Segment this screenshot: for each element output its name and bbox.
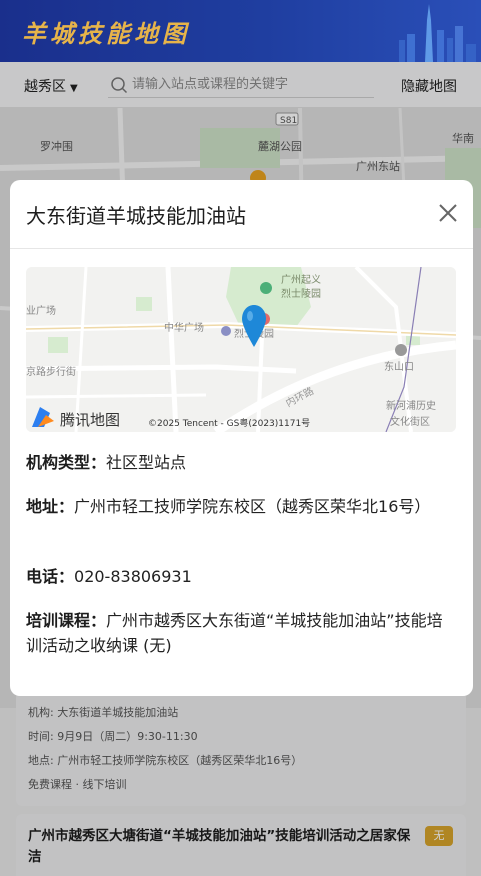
phone-value: 020-83806931 [74, 567, 192, 586]
address-label: 地址： [26, 497, 75, 516]
phone-label: 电话： [26, 567, 75, 586]
app-logo: 羊城技能地图 [22, 19, 190, 48]
map-copyright: ©2025 Tencent - GS粤(2023)1171号 [148, 417, 310, 429]
close-icon[interactable] [437, 202, 459, 224]
org-type-row: 机构类型：社区型站点 [26, 450, 456, 475]
location-map-canvas: 广州起义 烈士陵园 业广场 中华广场 烈士陵园 京路步行街 东山口 内环路 新河… [26, 267, 456, 432]
address-row: 地址：广州市轻工技师学院东校区（越秀区荣华北16号） [26, 494, 456, 519]
address-value: 广州市轻工技师学院东校区（越秀区荣华北16号） [74, 497, 431, 516]
divider [10, 248, 473, 249]
map-label-9: 新河浦历史 [386, 399, 436, 412]
map-label-3: 业广场 [26, 304, 56, 317]
modal-title: 大东街道羊城技能加油站 [26, 204, 246, 228]
location-map[interactable]: 广州起义 烈士陵园 业广场 中华广场 烈士陵园 京路步行街 东山口 内环路 新河… [26, 267, 456, 432]
map-label-10: 文化街区 [390, 415, 430, 428]
org-type-label: 机构类型： [26, 453, 107, 472]
map-label-7: 东山口 [384, 360, 414, 373]
course-label: 培训课程： [26, 611, 107, 630]
course-row: 培训课程：广州市越秀区大东街道“羊城技能加油站”技能培训活动之收纳课 (无) [26, 608, 456, 658]
map-label-2: 烈士陵园 [281, 287, 321, 300]
city-skyline-icon [399, 4, 476, 62]
map-brand: 腾讯地图 [60, 411, 120, 429]
org-type-value: 社区型站点 [106, 453, 187, 472]
phone-row: 电话：020-83806931 [26, 564, 456, 589]
map-label-6: 京路步行街 [26, 365, 76, 378]
app-header: 羊城技能地图 [0, 0, 481, 62]
map-label-1: 广州起义 [281, 274, 321, 286]
map-label-4: 中华广场 [164, 321, 204, 334]
site-detail-modal: 大东街道羊城技能加油站 广州起义 烈士陵园 业广场 中华广场 京路步行街 东山口… [10, 180, 473, 696]
